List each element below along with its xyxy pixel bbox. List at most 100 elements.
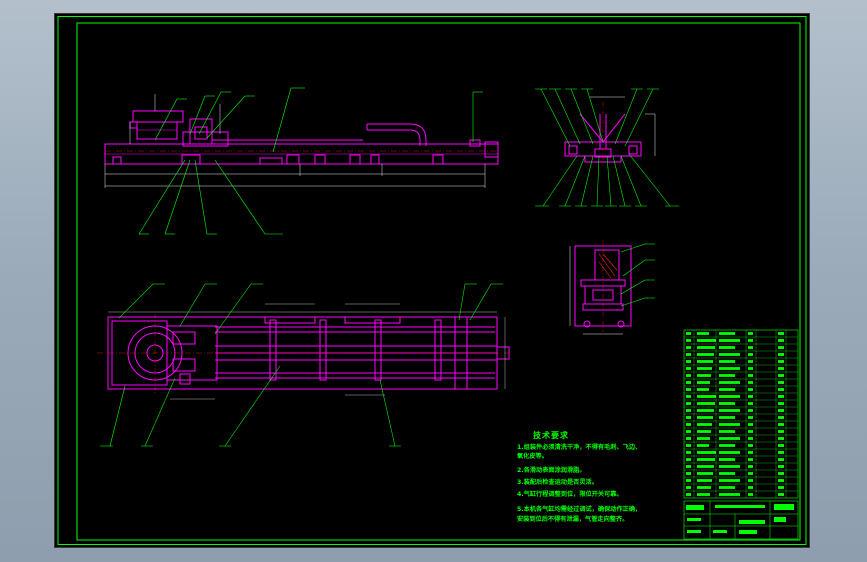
parts-list-entry-mark bbox=[778, 493, 784, 496]
drawing-svg: 技术要求 1.组装件必须清洗干净，不得有毛刺、飞边、 氧化皮等。 2.各滑动表面… bbox=[57, 16, 807, 545]
parts-list-entry-mark bbox=[748, 486, 753, 489]
parts-list-entry-mark bbox=[748, 444, 753, 447]
parts-list-entry-mark bbox=[697, 402, 715, 405]
parts-list-entry-mark bbox=[719, 493, 740, 496]
parts-list-entry-mark bbox=[778, 388, 784, 391]
notes-line: 1.组装件必须清洗干净，不得有毛刺、飞边、 bbox=[517, 443, 641, 451]
parts-list-entry-mark bbox=[686, 479, 691, 482]
parts-list-entry-mark bbox=[778, 423, 784, 426]
parts-list-entry-mark bbox=[748, 430, 753, 433]
parts-list-entry-mark bbox=[778, 402, 784, 405]
parts-list-entry-mark bbox=[697, 381, 710, 384]
notes-line: 4.气缸行程调整到位，限位开关可靠。 bbox=[517, 490, 623, 498]
parts-list-entry-mark bbox=[697, 458, 715, 461]
parts-list-entry-mark bbox=[778, 451, 784, 454]
parts-list-entry-mark bbox=[778, 360, 784, 363]
parts-list-entry-mark bbox=[778, 367, 784, 370]
title-block bbox=[683, 500, 799, 540]
parts-list-entry-mark bbox=[778, 486, 784, 489]
parts-list-entry-mark bbox=[686, 395, 691, 398]
parts-list-entry-mark bbox=[697, 472, 713, 475]
parts-list-entry-mark bbox=[748, 472, 753, 475]
notes-line: 3.装配后检查运动是否灵活。 bbox=[517, 478, 598, 486]
outer-frame bbox=[57, 16, 807, 545]
parts-list-entry-mark bbox=[686, 402, 691, 405]
parts-list-entry-mark bbox=[686, 416, 691, 419]
parts-list-entry-mark bbox=[719, 409, 740, 412]
parts-list-entry-mark bbox=[697, 360, 713, 363]
top-view bbox=[97, 283, 510, 447]
parts-list-entry-mark bbox=[686, 486, 691, 489]
drawing-canvas[interactable]: 技术要求 1.组装件必须清洗干净，不得有毛刺、飞边、 氧化皮等。 2.各滑动表面… bbox=[54, 13, 810, 548]
inner-frame bbox=[76, 22, 801, 541]
parts-list-entry-mark bbox=[697, 367, 712, 370]
parts-list-entry-mark bbox=[697, 486, 711, 489]
parts-list-entry-mark bbox=[748, 346, 753, 349]
parts-list-entry-mark bbox=[748, 353, 753, 356]
parts-list-entry-mark bbox=[778, 381, 784, 384]
parts-list-entry-mark bbox=[686, 353, 691, 356]
parts-list-entry-mark bbox=[748, 360, 753, 363]
parts-list-entry-mark bbox=[719, 332, 735, 335]
parts-list-entry-mark bbox=[748, 479, 753, 482]
parts-list-entry-mark bbox=[697, 332, 709, 335]
parts-list-entry-mark bbox=[748, 416, 753, 419]
parts-list-entry-mark bbox=[778, 437, 784, 440]
parts-list-entry-mark bbox=[719, 360, 735, 363]
parts-list-entry-mark bbox=[778, 444, 784, 447]
parts-list-entry-mark bbox=[748, 451, 753, 454]
parts-list-entry-mark bbox=[748, 395, 753, 398]
parts-list-entry-mark bbox=[686, 458, 691, 461]
parts-list-entry-mark bbox=[686, 332, 691, 335]
parts-list-entry-mark bbox=[697, 388, 709, 391]
parts-list-entry-mark bbox=[719, 451, 740, 454]
parts-list-entry-mark bbox=[686, 451, 691, 454]
parts-list-entry-mark bbox=[719, 437, 740, 440]
parts-list-entry-mark bbox=[697, 465, 714, 468]
parts-list-entry-mark bbox=[748, 409, 753, 412]
parts-list-entry-mark bbox=[719, 381, 740, 384]
parts-list-entry-mark bbox=[719, 353, 740, 356]
parts-list-entry-mark bbox=[748, 493, 753, 496]
parts-list-entry-mark bbox=[778, 409, 784, 412]
parts-list-entry-mark bbox=[719, 374, 735, 377]
notes-line: 2.各滑动表面涂润滑脂。 bbox=[517, 466, 586, 474]
parts-list-entry-mark bbox=[719, 416, 735, 419]
parts-list-entry-mark bbox=[686, 409, 691, 412]
notes-line: 安装到位后不得有泄漏，气管走向整齐。 bbox=[517, 515, 628, 523]
parts-list-entry-mark bbox=[748, 402, 753, 405]
parts-list-entry-mark bbox=[778, 332, 784, 335]
parts-list-entry-mark bbox=[748, 437, 753, 440]
parts-list-entry-mark bbox=[686, 472, 691, 475]
parts-list-entry-mark bbox=[719, 346, 735, 349]
notes-title: 技术要求 bbox=[533, 430, 569, 440]
parts-list-entry-mark bbox=[686, 374, 691, 377]
parts-list-entry-mark bbox=[748, 458, 753, 461]
parts-list-entry-mark bbox=[686, 360, 691, 363]
parts-list-entry-mark bbox=[748, 374, 753, 377]
parts-list-entry-mark bbox=[748, 339, 753, 342]
parts-list-entry-mark bbox=[719, 486, 735, 489]
parts-list-entry-mark bbox=[697, 409, 714, 412]
parts-list-entry-mark bbox=[778, 346, 784, 349]
parts-list-entry-mark bbox=[697, 423, 712, 426]
parts-list-entry-mark bbox=[778, 374, 784, 377]
parts-list-entry-mark bbox=[748, 423, 753, 426]
parts-list-entry-mark bbox=[719, 444, 735, 447]
parts-list-entry-mark bbox=[778, 353, 784, 356]
parts-list-entry-mark bbox=[697, 416, 713, 419]
parts-list-entry-mark bbox=[719, 458, 735, 461]
parts-list-entry-mark bbox=[697, 437, 710, 440]
parts-list-entry-mark bbox=[719, 465, 740, 468]
parts-list-entry-mark bbox=[778, 395, 784, 398]
parts-list-entry-mark bbox=[697, 493, 710, 496]
parts-list-entry-mark bbox=[748, 367, 753, 370]
parts-list-entry-mark bbox=[697, 444, 709, 447]
parts-list-entry-mark bbox=[719, 430, 735, 433]
parts-list-entry-mark bbox=[748, 332, 753, 335]
parts-list-entry-mark bbox=[697, 451, 716, 454]
notes-line: 氧化皮等。 bbox=[517, 452, 548, 460]
parts-list-entry-mark bbox=[697, 479, 712, 482]
parts-list-entry-mark bbox=[697, 430, 711, 433]
parts-list-entry-mark bbox=[686, 339, 691, 342]
